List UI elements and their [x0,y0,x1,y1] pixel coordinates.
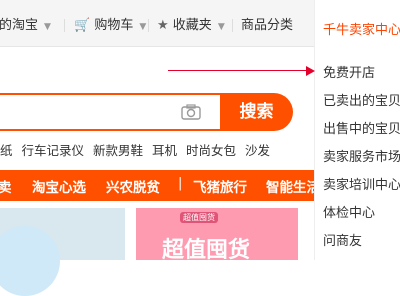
camera-icon[interactable] [181,104,201,120]
nav-item-xingnong[interactable]: 兴农脱贫 [106,176,160,196]
my-taobao-label: 我的淘宝 [0,18,39,33]
menu-item-ask-sellers[interactable]: 问商友 [323,230,362,249]
my-taobao-link[interactable]: 我的淘宝 ▼ [0,17,51,36]
cart-label: 购物车 [94,18,134,33]
nav-item-xinxuan[interactable]: 淘宝心选 [32,176,86,196]
hot-search-words: 纸 行车记录仪 新款男鞋 耳机 时尚女包 沙发 [0,140,275,159]
cart-icon: 🛒 [74,18,91,33]
nav-item-smart-life[interactable]: 智能生活 [266,176,314,196]
menu-item-items-on-sale[interactable]: 出售中的宝贝 [323,118,400,137]
hot-word[interactable]: 沙发 [245,143,270,158]
favorites-label: 收藏夹 [172,18,212,33]
search-button[interactable]: 搜索 [220,93,293,131]
hot-word[interactable]: 行车记录仪 [22,143,85,158]
nav-item-fliggy[interactable]: 飞猪旅行 [193,176,247,196]
menu-item-service-market[interactable]: 卖家服务市场 [323,146,400,165]
favorites-link[interactable]: ★ 收藏夹 ▼ [157,17,225,36]
star-icon: ★ [157,18,169,33]
annotation-arrow [168,70,308,71]
promo-badge: 超值囤货 [180,212,218,223]
nav-divider: | [178,176,183,191]
menu-item-sold-items[interactable]: 已卖出的宝贝 [323,90,400,109]
hot-word[interactable]: 耳机 [152,143,177,158]
chevron-down-icon: ▼ [217,22,225,32]
promo-headline: 超值囤货 [162,238,251,263]
menu-item-health-check[interactable]: 体检中心 [323,202,375,221]
chevron-down-icon: ▼ [44,22,51,32]
categories-link[interactable]: 商品分类 [241,17,293,35]
topbar-divider [232,19,233,32]
topbar-divider [148,19,149,32]
seller-center-dropdown: 千牛卖家中心 免费开店 已卖出的宝贝 出售中的宝贝 卖家服务市场 卖家培训中心 … [314,0,400,260]
hot-word[interactable]: 纸 [0,143,13,158]
hot-word[interactable]: 时尚女包 [186,143,236,158]
cart-link[interactable]: 🛒 购物车 ▼ [74,17,146,36]
chevron-down-icon: ▼ [139,22,147,32]
topbar-divider [64,19,65,32]
menu-item-open-shop[interactable]: 免费开店 [323,62,375,81]
seller-center-title[interactable]: 千牛卖家中心 [323,19,400,38]
annotation-arrowhead [306,66,315,76]
hot-word[interactable]: 新款男鞋 [93,143,143,158]
nav-item-partial[interactable]: 卖 [0,176,12,196]
menu-item-training-center[interactable]: 卖家培训中心 [323,174,400,193]
